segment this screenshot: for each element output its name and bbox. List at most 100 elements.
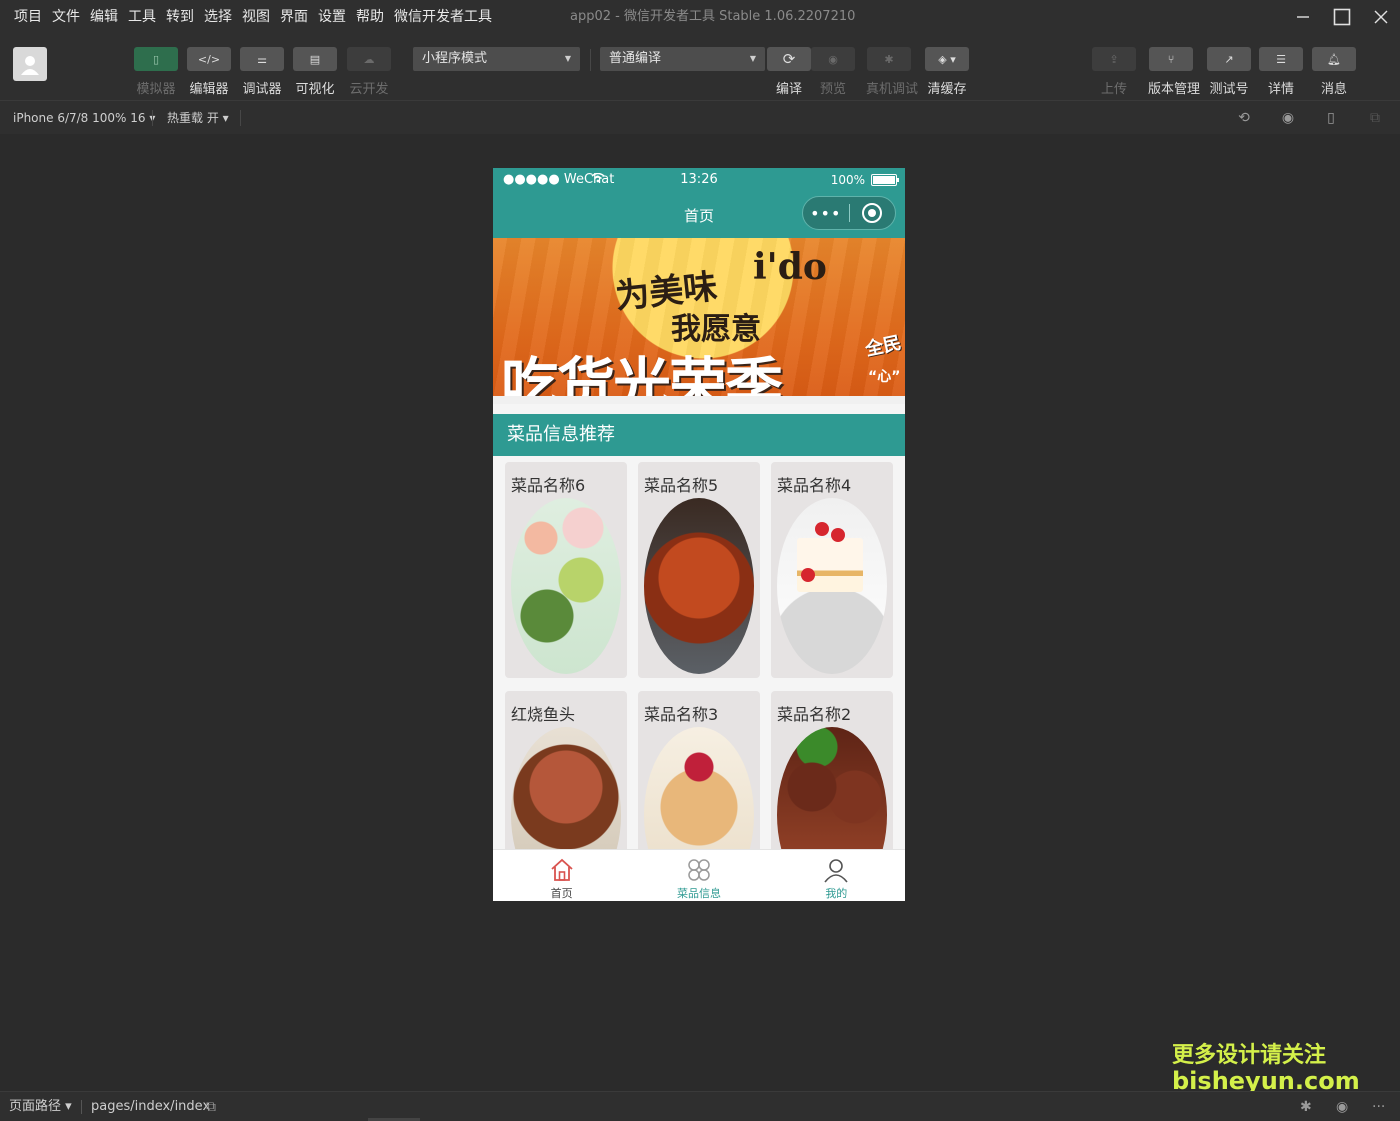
version-button[interactable]: ⑂ 版本管理: [1148, 47, 1201, 97]
battery-status: 100%: [830, 173, 899, 187]
minimize-button[interactable]: [1283, 0, 1322, 34]
visual-label: 可视化: [295, 82, 335, 97]
dish-card[interactable]: 菜品名称5: [638, 462, 760, 678]
stop-icon[interactable]: ◉: [1280, 110, 1296, 126]
subbar-divider: [240, 110, 241, 126]
preview-button[interactable]: ◉ 预览: [810, 47, 856, 97]
dish-name: 菜品名称4: [777, 476, 852, 495]
more-icon[interactable]: •••: [803, 204, 849, 223]
menu-file[interactable]: 文件: [52, 0, 80, 34]
section-title: 菜品信息推荐: [493, 414, 905, 456]
cloud-icon: ☁: [347, 47, 391, 71]
phone-simulator: ●●●●● WeChat 13:26 100% 首页 ••• 为美味 i'do …: [493, 168, 905, 901]
mini-program-capsule: •••: [802, 196, 896, 230]
version-label: 版本管理: [1148, 82, 1201, 97]
chevron-down-icon: ▼: [749, 54, 756, 63]
copy-icon[interactable]: ⧉: [206, 1099, 216, 1115]
real-debug-label: 真机调试: [866, 82, 919, 97]
preview-label: 预览: [819, 82, 846, 97]
editor-button[interactable]: </> 编辑器: [186, 47, 232, 97]
simulator-button[interactable]: ▯ 模拟器: [133, 47, 179, 97]
simulator-label: 模拟器: [136, 82, 176, 97]
window-title: app02 - 微信开发者工具 Stable 1.06.2207210: [570, 9, 856, 24]
page-path-label[interactable]: 页面路径 ▾: [9, 1092, 72, 1121]
menu-list: 项目 文件 编辑 工具 转到 选择 视图 界面 设置 帮助 微信开发者工具: [0, 0, 502, 34]
menu-goto[interactable]: 转到: [166, 0, 194, 34]
branch-icon: ⑂: [1149, 47, 1193, 71]
window-icon[interactable]: ⧉: [1367, 110, 1383, 126]
visual-button[interactable]: ▤ 可视化: [292, 47, 338, 97]
rotate-icon[interactable]: ⟲: [1236, 110, 1252, 126]
chevron-down-icon: ▼: [564, 54, 571, 63]
menu-help[interactable]: 帮助: [356, 0, 384, 34]
menu-select[interactable]: 选择: [204, 0, 232, 34]
menu-edit[interactable]: 编辑: [90, 0, 118, 34]
menu-icon: ☰: [1259, 47, 1303, 71]
banner-headline: 吃货光荣季: [501, 351, 783, 404]
banner-bottom-band: [493, 396, 905, 404]
device-icon[interactable]: ▯: [1323, 110, 1339, 126]
watermark: 更多设计请关注 bisheyun.com: [1172, 1043, 1360, 1094]
tab-profile-label: 我的: [825, 887, 848, 900]
menu-view[interactable]: 视图: [242, 0, 270, 34]
toolbar-divider: [590, 49, 591, 71]
details-button[interactable]: ☰ 详情: [1258, 47, 1304, 97]
close-button[interactable]: [1361, 0, 1400, 34]
external-link-icon: ↗: [1207, 47, 1251, 71]
menu-interface[interactable]: 界面: [280, 0, 308, 34]
tab-dishes-label: 菜品信息: [676, 887, 721, 900]
test-account-button[interactable]: ↗ 测试号: [1206, 47, 1252, 97]
avatar[interactable]: [13, 47, 47, 81]
promo-banner[interactable]: 为美味 i'do 我愿意 吃货光荣季 全民 “心”: [493, 238, 905, 404]
window-controls: [1283, 0, 1400, 34]
upload-button[interactable]: ⇪ 上传: [1091, 47, 1137, 97]
phone-status-bar: ●●●●● WeChat 13:26 100%: [493, 168, 905, 192]
dish-photo-salad-plate: [511, 498, 621, 674]
debugger-button[interactable]: ⚌ 调试器: [239, 47, 285, 97]
dish-name: 菜品名称5: [644, 476, 719, 495]
home-icon: [493, 856, 630, 884]
bell-icon: 🔔︎: [1312, 47, 1356, 71]
menu-tools[interactable]: 工具: [128, 0, 156, 34]
code-icon: </>: [187, 47, 231, 71]
grid-icon: [630, 856, 767, 884]
real-debug-button[interactable]: ✱ 真机调试: [866, 47, 919, 97]
phone-icon: ▯: [134, 47, 178, 71]
more-horizontal-icon[interactable]: ···: [1372, 1099, 1385, 1115]
tab-profile[interactable]: 我的: [768, 850, 905, 901]
messages-button[interactable]: 🔔︎ 消息: [1311, 47, 1357, 97]
mode-select[interactable]: 小程序模式 ▼: [413, 47, 580, 71]
dish-name: 菜品名称6: [511, 476, 586, 495]
clear-cache-button[interactable]: ◈ ▾ 清缓存: [924, 47, 970, 97]
bug-icon: ✱: [867, 47, 911, 71]
compile-select[interactable]: 普通编译 ▼: [600, 47, 765, 71]
cloud-button[interactable]: ☁ 云开发: [346, 47, 392, 97]
device-select[interactable]: iPhone 6/7/8 100% 16 ▾: [13, 101, 155, 135]
phone-tab-bar: 首页 菜品信息 我的: [493, 849, 905, 901]
bottombar-divider: [81, 1100, 82, 1114]
compile-button[interactable]: ⟳ 编译: [766, 47, 812, 97]
hot-reload-toggle[interactable]: 热重载 开 ▾: [167, 101, 229, 135]
dish-card[interactable]: 菜品名称6: [505, 462, 627, 678]
bottom-status-bar: 页面路径 ▾ pages/index/index ⧉ ✱ ◉ ···: [0, 1091, 1400, 1121]
bug-icon[interactable]: ✱: [1300, 1099, 1312, 1115]
battery-percent: 100%: [830, 173, 865, 187]
dish-name: 菜品名称3: [644, 705, 719, 724]
menu-settings[interactable]: 设置: [318, 0, 346, 34]
battery-icon: [871, 174, 899, 186]
eye-icon[interactable]: ◉: [1336, 1099, 1348, 1115]
maximize-button[interactable]: [1322, 0, 1361, 34]
banner-line1b: i'do: [753, 246, 827, 288]
tab-home[interactable]: 首页: [493, 850, 630, 901]
user-avatar-icon: [21, 56, 39, 75]
close-miniprogram-icon[interactable]: [849, 203, 895, 223]
dish-card[interactable]: 菜品名称4: [771, 462, 893, 678]
sliders-icon: ⚌: [240, 47, 284, 71]
tab-dishes[interactable]: 菜品信息: [630, 850, 767, 901]
menu-wechat-devtools[interactable]: 微信开发者工具: [394, 0, 492, 34]
toolbar: ▯ 模拟器 </> 编辑器 ⚌ 调试器 ▤ 可视化 ☁ 云开发 小程序模式 ▼ …: [0, 34, 1400, 100]
menu-project[interactable]: 项目: [14, 0, 42, 34]
subbar-divider: [152, 110, 153, 126]
compile-label: 编译: [775, 82, 802, 97]
layers-icon: ◈ ▾: [925, 47, 969, 71]
